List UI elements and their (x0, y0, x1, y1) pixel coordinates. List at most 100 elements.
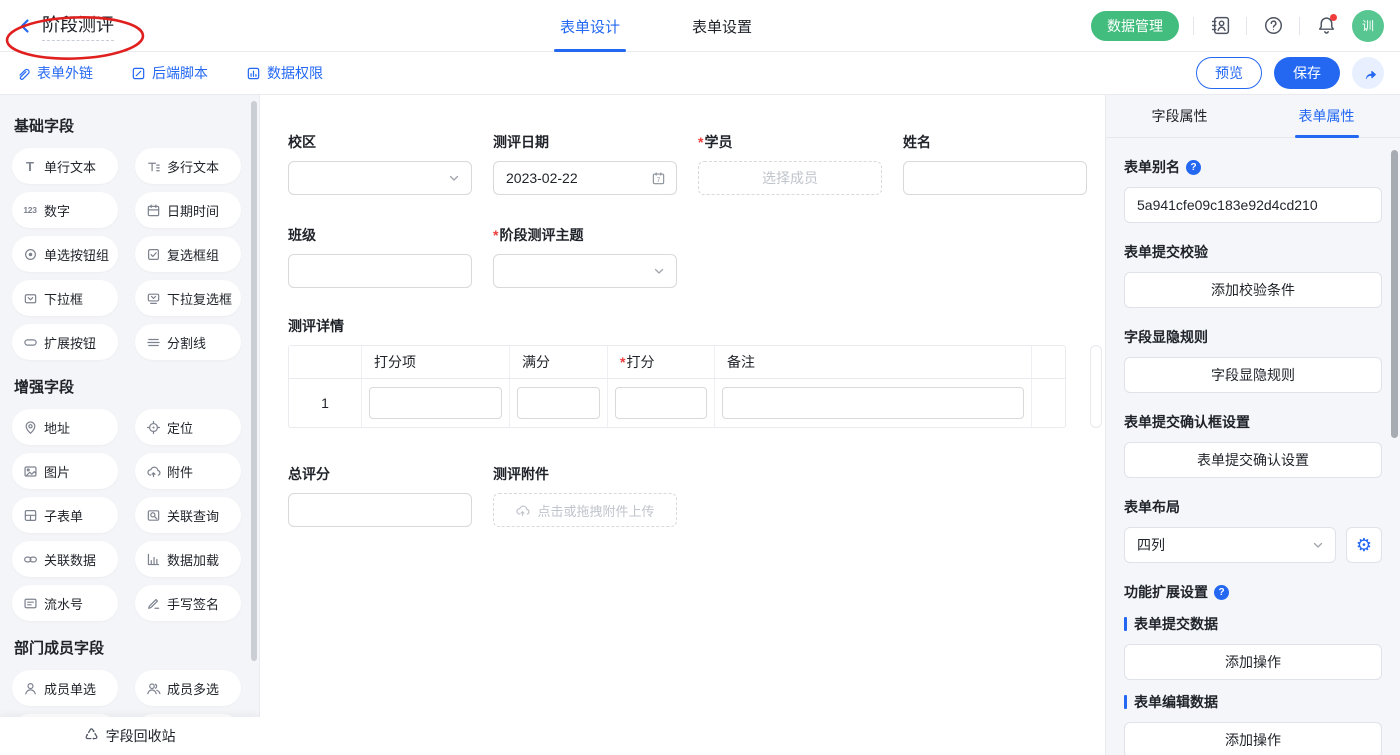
member-single-icon (22, 681, 38, 696)
toolbar-link-link[interactable]: 表单外链 (16, 63, 93, 83)
sidebar-item-label: 单行文本 (44, 157, 96, 176)
sidebar-item-image[interactable]: 图片 (12, 453, 118, 489)
tab-form-settings[interactable]: 表单设置 (692, 0, 752, 52)
upload-placeholder: 点击或拖拽附件上传 (537, 501, 654, 520)
share-button[interactable] (1352, 57, 1384, 89)
sidebar-item-select[interactable]: 下拉框 (12, 280, 118, 316)
sidebar-item-member-multi[interactable]: 成员多选 (135, 670, 241, 706)
data-permission-icon (246, 66, 261, 81)
layout-settings-button[interactable]: ⚙ (1346, 527, 1382, 563)
field-class[interactable]: 班级 (288, 225, 472, 288)
sidebar-item-member-single[interactable]: 成员单选 (12, 670, 118, 706)
chevron-down-icon (652, 264, 666, 278)
preview-button[interactable]: 预览 (1196, 57, 1262, 89)
help-icon[interactable]: ? (1186, 160, 1201, 175)
form-title[interactable]: 阶段测评 (42, 11, 114, 41)
table-cell-input[interactable] (722, 387, 1024, 419)
sidebar-item-subform[interactable]: 子表单 (12, 497, 118, 533)
field-visibility-button[interactable]: 字段显隐规则 (1124, 357, 1382, 393)
table-cell-input[interactable] (615, 387, 707, 419)
field-topic[interactable]: *阶段测评主题 (493, 225, 677, 288)
field-student[interactable]: *学员 选择成员 (698, 132, 882, 195)
contact-book-icon[interactable] (1208, 14, 1232, 38)
avatar[interactable]: 训 (1352, 10, 1384, 42)
eval-date-input[interactable]: 2023-02-22 7 (493, 161, 677, 195)
sidebar-item-label: 成员多选 (167, 679, 219, 698)
sidebar-item-radio-group[interactable]: 单选按钮组 (12, 236, 118, 272)
sidebar-item-multi-line-text[interactable]: 多行文本 (135, 148, 241, 184)
save-button[interactable]: 保存 (1274, 57, 1340, 89)
help-icon[interactable] (1261, 14, 1285, 38)
help-icon[interactable]: ? (1214, 585, 1229, 600)
sidebar-item-data-load[interactable]: 数据加载 (135, 541, 241, 577)
table-cell-input[interactable] (369, 387, 502, 419)
toolbar-link-script[interactable]: 后端脚本 (131, 63, 208, 83)
back-button[interactable] (16, 17, 34, 35)
sidebar-item-address[interactable]: 地址 (12, 409, 118, 445)
sidebar-item-label: 复选框组 (167, 245, 219, 264)
attachment-upload[interactable]: 点击或拖拽附件上传 (493, 493, 677, 527)
name-input[interactable] (903, 161, 1087, 195)
sidebar-item-extend-button[interactable]: 扩展按钮 (12, 324, 118, 360)
toolbar-link-data-permission[interactable]: 数据权限 (246, 63, 323, 83)
field-eval-date[interactable]: 测评日期 2023-02-22 7 (493, 132, 677, 195)
field-total-score[interactable]: 总评分 (288, 464, 472, 527)
tab-field-properties[interactable]: 字段属性 (1106, 95, 1253, 137)
sidebar-item-multi-select[interactable]: 下拉复选框 (135, 280, 241, 316)
table-column-header: 满分 (510, 346, 608, 379)
sidebar-item-datetime[interactable]: 日期时间 (135, 192, 241, 228)
tab-form-properties[interactable]: 表单属性 (1253, 95, 1400, 137)
add-submit-action-button[interactable]: 添加操作 (1124, 644, 1382, 680)
chevron-down-icon (1311, 538, 1325, 552)
field-name[interactable]: 姓名 (903, 132, 1087, 195)
sidebar-item-label: 多行文本 (167, 157, 219, 176)
sidebar-item-attachment[interactable]: 附件 (135, 453, 241, 489)
layout-select[interactable]: 四列 (1124, 527, 1336, 563)
toolbar-link-label: 数据权限 (267, 63, 323, 83)
toolbar-link-label: 表单外链 (37, 63, 93, 83)
sidebar-section-title: 部门成员字段 (14, 637, 244, 658)
data-manage-button[interactable]: 数据管理 (1091, 11, 1179, 41)
table-cell-input[interactable] (517, 387, 600, 419)
add-validation-button[interactable]: 添加校验条件 (1124, 272, 1382, 308)
sidebar-item-locate[interactable]: 定位 (135, 409, 241, 445)
field-detail-table[interactable]: 测评详情 打分项满分*打分备注1 (288, 316, 1105, 428)
sidebar-item-divider[interactable]: 分割线 (135, 324, 241, 360)
total-score-input[interactable] (288, 493, 472, 527)
sidebar-scrollbar[interactable] (251, 101, 257, 661)
class-input[interactable] (288, 254, 472, 288)
sidebar-item-label: 扩展按钮 (44, 333, 96, 352)
sidebar-item-label: 关联数据 (44, 550, 96, 569)
single-line-text-icon: T (22, 159, 38, 174)
sidebar-item-label: 手写签名 (167, 594, 219, 613)
form-alias-input[interactable]: 5a941cfe09c183e92d4cd210 (1124, 187, 1382, 223)
script-icon (131, 66, 146, 81)
sidebar-item-signature[interactable]: 手写签名 (135, 585, 241, 621)
number-icon: 123 (22, 205, 38, 215)
member-picker[interactable]: 选择成员 (698, 161, 882, 195)
sidebar-item-single-line-text[interactable]: T 单行文本 (12, 148, 118, 184)
sidebar-item-related-data[interactable]: 关联数据 (12, 541, 118, 577)
properties-panel: 字段属性 表单属性 表单别名? 5a941cfe09c183e92d4cd210… (1105, 95, 1400, 755)
divider (1246, 17, 1247, 35)
sidebar-item-label: 流水号 (44, 594, 83, 613)
tab-form-design[interactable]: 表单设计 (560, 0, 620, 52)
member-picker-placeholder: 选择成员 (762, 168, 818, 188)
sidebar-item-serial-number[interactable]: 流水号 (12, 585, 118, 621)
submit-confirm-button[interactable]: 表单提交确认设置 (1124, 442, 1382, 478)
topic-select[interactable] (493, 254, 677, 288)
divider (1299, 17, 1300, 35)
sidebar-item-number[interactable]: 123数字 (12, 192, 118, 228)
panel-scrollbar[interactable] (1391, 150, 1398, 438)
notification-bell-icon[interactable] (1314, 14, 1338, 38)
sidebar-item-label: 日期时间 (167, 201, 219, 220)
sidebar-item-related-query[interactable]: 关联查询 (135, 497, 241, 533)
field-attachment[interactable]: 测评附件 点击或拖拽附件上传 (493, 464, 677, 527)
sidebar-item-checkbox-group[interactable]: 复选框组 (135, 236, 241, 272)
sidebar-item-label: 下拉复选框 (167, 289, 232, 308)
campus-select[interactable] (288, 161, 472, 195)
field-recycle-bin[interactable]: ♺ 字段回收站 (0, 717, 260, 755)
table-column-header: 打分项 (362, 346, 510, 379)
add-edit-action-button[interactable]: 添加操作 (1124, 722, 1382, 755)
field-campus[interactable]: 校区 (288, 132, 472, 195)
